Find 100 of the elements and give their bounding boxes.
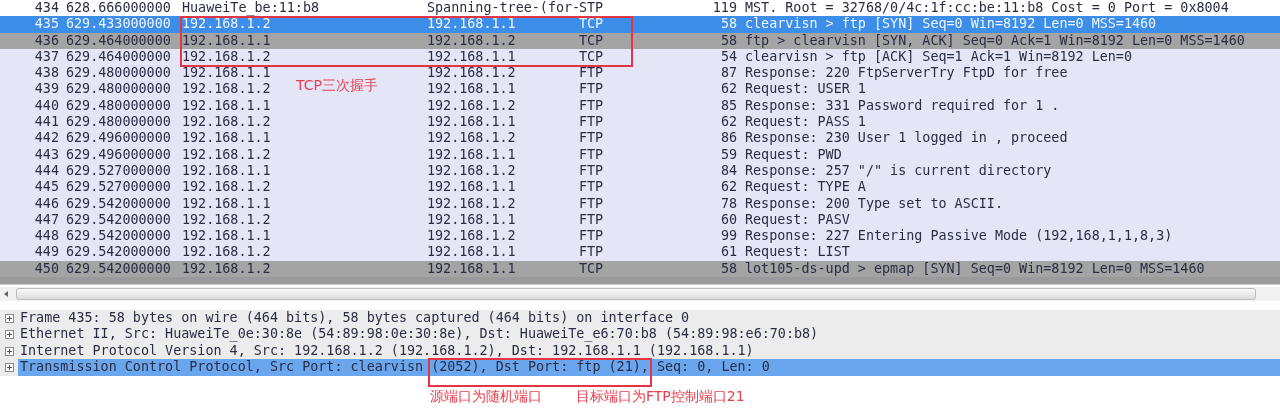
expand-icon[interactable]	[5, 346, 14, 356]
packet-info: Response: 257 "/" is current directory	[744, 162, 1052, 180]
packet-info: Response: 331 Password required for 1 .	[744, 97, 1060, 115]
packet-info: ftp > clearvisn [SYN, ACK] Seq=0 Ack=1 Win=8192 Len=0 MSS=1460	[744, 32, 1245, 49]
expand-icon[interactable]	[5, 330, 14, 340]
packet-protocol: FTP	[579, 146, 604, 163]
packet-source: 192.168.1.1	[182, 162, 271, 180]
packet-protocol: FTP	[579, 81, 604, 98]
packet-destination: 192.168.1.1	[427, 260, 516, 278]
packet-length: 84	[720, 162, 737, 180]
packet-number: 435	[34, 16, 60, 33]
packet-protocol: FTP	[579, 130, 604, 147]
packet-info: Request: USER 1	[744, 81, 866, 98]
packet-row[interactable]: 434 628.666000000 HuaweiTe_be:11:b8 Spanning-tree-(for-STP 119 MST. Root = 32768/0/4c:1f:cc:be:11:b8 Cost = 0 Port = 0x8004	[0, 0, 1280, 17]
packet-number: 449	[34, 244, 60, 261]
packet-number: 448	[34, 228, 60, 245]
packet-destination: 192.168.1.2	[427, 130, 516, 147]
packet-number: 442	[34, 130, 60, 147]
packet-time: 629.464000000	[65, 32, 171, 49]
packet-source: 192.168.1.2	[182, 244, 271, 261]
packet-info: Response: 200 Type set to ASCII.	[744, 195, 1003, 212]
packet-destination: 192.168.1.1	[427, 16, 516, 33]
packet-number: 445	[34, 179, 60, 196]
packet-time: 629.527000000	[65, 179, 171, 196]
packet-source: 192.168.1.2	[182, 48, 271, 66]
packet-protocol: FTP	[579, 195, 604, 212]
packet-length: 86	[720, 130, 737, 147]
packet-time: 629.542000000	[65, 211, 171, 229]
packet-destination: 192.168.1.2	[427, 65, 516, 82]
packet-destination: 192.168.1.2	[427, 162, 516, 180]
packet-source: 192.168.1.2	[182, 146, 271, 163]
packet-length: 58	[720, 260, 737, 278]
scrollbar-thumb[interactable]	[16, 288, 1256, 301]
packet-time: 629.464000000	[65, 48, 171, 66]
packet-info: Response: 230 User 1 logged in , proceed	[744, 130, 1068, 147]
packet-length: 85	[720, 97, 737, 115]
packet-info: Request: PASS 1	[744, 114, 866, 131]
packet-protocol: FTP	[579, 65, 604, 82]
horizontal-scrollbar[interactable]	[0, 287, 1280, 302]
packet-protocol: FTP	[579, 114, 604, 131]
packet-length: 54	[720, 48, 737, 66]
packet-length: 58	[720, 32, 737, 49]
scroll-left-icon[interactable]	[4, 291, 8, 298]
packet-destination: 192.168.1.1	[427, 81, 516, 98]
packet-length: 58	[720, 16, 737, 33]
packet-length: 61	[720, 244, 737, 261]
packet-number: 450	[34, 260, 60, 278]
packet-number: 437	[34, 48, 60, 66]
packet-protocol: TCP	[579, 48, 604, 66]
packet-destination: 192.168.1.1	[427, 244, 516, 261]
packet-number: 446	[34, 195, 60, 212]
packet-info: Request: LIST	[744, 244, 850, 261]
packet-source: 192.168.1.2	[182, 260, 271, 278]
packet-destination: 192.168.1.1	[427, 114, 516, 131]
packet-source: 192.168.1.2	[182, 211, 271, 229]
packet-protocol: FTP	[579, 228, 604, 245]
packet-info: lot105-ds-upd > epmap [SYN] Seq=0 Win=8192 Len=0 MSS=1460	[744, 260, 1205, 278]
packet-number: 441	[34, 114, 60, 131]
packet-time: 628.666000000	[65, 0, 171, 17]
packet-length: 59	[720, 146, 737, 163]
packet-info: Request: PWD	[744, 146, 842, 163]
packet-length: 119	[712, 0, 737, 17]
packet-source: 192.168.1.2	[182, 16, 271, 33]
packet-source: 192.168.1.2	[182, 179, 271, 196]
packet-source: 192.168.1.1	[182, 130, 271, 147]
packet-info: clearvisn > ftp [ACK] Seq=1 Ack=1 Win=8192 Len=0	[744, 48, 1132, 66]
packet-length: 62	[720, 114, 737, 131]
packet-source: 192.168.1.1	[182, 65, 271, 82]
packet-number: 443	[34, 146, 60, 163]
packet-time: 629.433000000	[65, 16, 171, 33]
packet-length: 87	[720, 65, 737, 82]
packet-time: 629.480000000	[65, 97, 171, 115]
packet-protocol: STP	[579, 0, 604, 17]
packet-destination: Spanning-tree-(for-	[427, 0, 581, 17]
packet-number: 436	[34, 32, 60, 49]
packet-info: Response: 227 Entering Passive Mode (192,168,1,1,8,3)	[744, 228, 1173, 245]
packet-time: 629.480000000	[65, 65, 171, 82]
packet-protocol: TCP	[579, 260, 604, 278]
packet-info: Request: PASV	[744, 211, 850, 229]
packet-length: 78	[720, 195, 737, 212]
packet-protocol: FTP	[579, 211, 604, 229]
packet-length: 62	[720, 81, 737, 98]
packet-time: 629.527000000	[65, 162, 171, 180]
packet-source: 192.168.1.2	[182, 81, 271, 98]
packet-time: 629.542000000	[65, 195, 171, 212]
packet-time: 629.480000000	[65, 114, 171, 131]
packet-protocol: FTP	[579, 162, 604, 180]
packet-destination: 192.168.1.2	[427, 228, 516, 245]
packet-protocol: FTP	[579, 244, 604, 261]
packet-protocol: FTP	[579, 179, 604, 196]
packet-destination: 192.168.1.1	[427, 48, 516, 66]
packet-info: clearvisn > ftp [SYN] Seq=0 Win=8192 Len=0 MSS=1460	[744, 16, 1157, 33]
packet-number: 439	[34, 81, 60, 98]
packet-info: Request: TYPE A	[744, 179, 866, 196]
packet-time: 629.496000000	[65, 146, 171, 163]
expand-icon[interactable]	[5, 313, 14, 323]
packet-destination: 192.168.1.2	[427, 32, 516, 49]
expand-icon[interactable]	[5, 362, 14, 372]
packet-source: 192.168.1.1	[182, 32, 271, 49]
packet-destination: 192.168.1.1	[427, 211, 516, 229]
